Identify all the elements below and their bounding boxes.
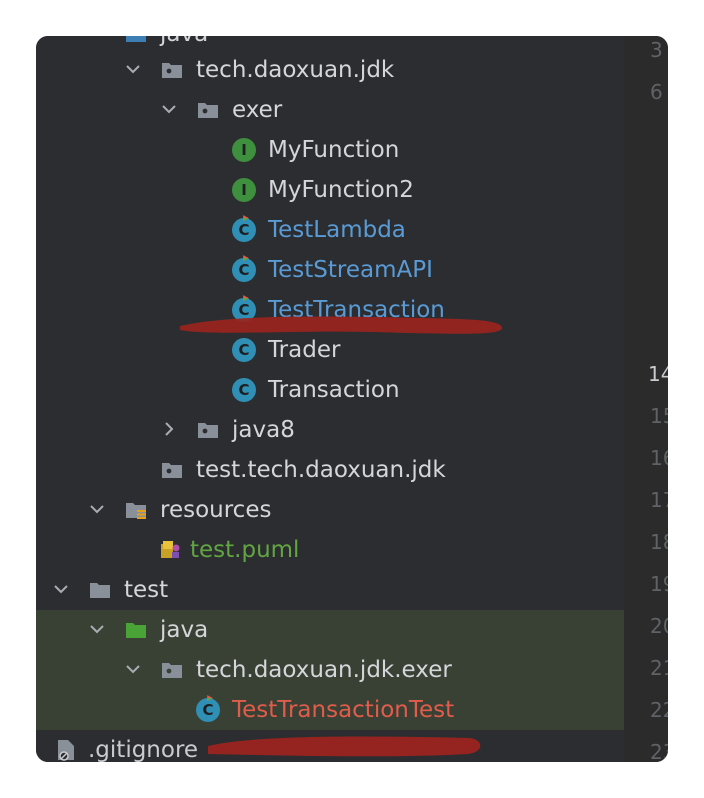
tree-row-package[interactable]: java8: [36, 410, 624, 450]
package-icon: [160, 658, 184, 682]
tree-label: java: [160, 617, 209, 643]
package-icon: [196, 418, 220, 442]
tree-row-file[interactable]: C TestTransactionTest: [36, 690, 624, 730]
tree-row-package[interactable]: exer: [36, 90, 624, 130]
tree-label: resources: [160, 497, 272, 523]
interface-badge: I: [232, 178, 256, 202]
line-number: 6: [650, 80, 663, 104]
line-number: 23: [650, 740, 668, 762]
line-number: 15: [650, 404, 668, 428]
tree-label: test: [124, 577, 169, 603]
chevron-down-icon[interactable]: [158, 98, 180, 120]
tree-label: exer: [232, 97, 283, 123]
line-number: 17: [650, 488, 668, 512]
tree-row-package[interactable]: tech.daoxuan.jdk.exer: [36, 650, 624, 690]
package-icon: [160, 58, 184, 82]
test-class-icon: C: [196, 695, 220, 722]
tree-row-file[interactable]: I MyFunction2: [36, 170, 624, 210]
tree-label: test.puml: [190, 537, 300, 563]
tree-label: MyFunction: [268, 137, 400, 163]
tree-row-file[interactable]: C TestLambda: [36, 210, 624, 250]
chevron-down-icon[interactable]: [50, 578, 72, 600]
tree-label: java8: [232, 417, 295, 443]
tree-label: MyFunction2: [268, 177, 414, 203]
tree-label: TestStreamAPI: [268, 257, 433, 283]
line-number: 20: [650, 614, 668, 638]
tree-label: test.tech.daoxuan.jdk: [196, 457, 446, 483]
line-number: 14: [648, 362, 668, 386]
tree-row-folder[interactable]: resources: [36, 490, 624, 530]
chevron-down-icon[interactable]: [86, 498, 108, 520]
tree-label: tech.daoxuan.jdk.exer: [196, 657, 452, 683]
tree-label: .gitignore: [88, 737, 199, 762]
tree-label: TestTransactionTest: [232, 697, 455, 723]
line-number: 16: [650, 446, 668, 470]
tree-row-file[interactable]: C Transaction: [36, 370, 624, 410]
tree-row-file[interactable]: I MyFunction: [36, 130, 624, 170]
class-icon: C: [232, 378, 256, 402]
tree-row-package[interactable]: tech.daoxuan.jdk: [36, 50, 624, 90]
redaction-scribble: [180, 316, 502, 334]
tree-label: java: [160, 36, 208, 48]
test-class-icon: C: [232, 215, 256, 242]
tree-row-folder[interactable]: test: [36, 570, 624, 610]
interface-icon: I: [232, 138, 256, 162]
line-number: 22: [650, 698, 668, 722]
package-icon: [196, 98, 220, 122]
test-source-folder-icon: [124, 618, 148, 642]
line-number: 3: [650, 38, 663, 62]
interface-icon: I: [232, 178, 256, 202]
ignored-file-icon: [54, 738, 78, 762]
class-badge: C: [232, 378, 256, 402]
source-folder-icon: [124, 36, 148, 46]
chevron-down-icon[interactable]: [122, 658, 144, 680]
chevron-right-icon[interactable]: [158, 418, 180, 440]
line-number: 21: [650, 656, 668, 680]
package-icon: [160, 458, 184, 482]
tree-label: tech.daoxuan.jdk: [196, 57, 395, 83]
line-number: 19: [650, 572, 668, 596]
test-class-icon: C: [232, 255, 256, 282]
tree-row-file[interactable]: test.puml: [36, 530, 624, 570]
redaction-scribble: [208, 736, 481, 757]
tree-label: Transaction: [268, 377, 400, 403]
editor-gutter: 3 6 14 15 16 17 18 19 20 21 22 23: [624, 36, 668, 762]
tree-row-file[interactable]: C TestStreamAPI: [36, 250, 624, 290]
ide-window: java tech.daoxuan.jdk exer I: [36, 36, 668, 762]
chevron-down-icon[interactable]: [122, 58, 144, 80]
project-tree[interactable]: java tech.daoxuan.jdk exer I: [36, 36, 624, 762]
chevron-down-icon[interactable]: [86, 618, 108, 640]
plantuml-file-icon: [158, 538, 182, 562]
folder-icon: [88, 578, 112, 602]
resources-folder-icon: [124, 498, 148, 522]
tree-label: TestLambda: [268, 217, 406, 243]
tree-row-folder[interactable]: java: [36, 610, 624, 650]
interface-badge: I: [232, 138, 256, 162]
tree-row-package[interactable]: test.tech.daoxuan.jdk: [36, 450, 624, 490]
line-number: 18: [650, 530, 668, 554]
